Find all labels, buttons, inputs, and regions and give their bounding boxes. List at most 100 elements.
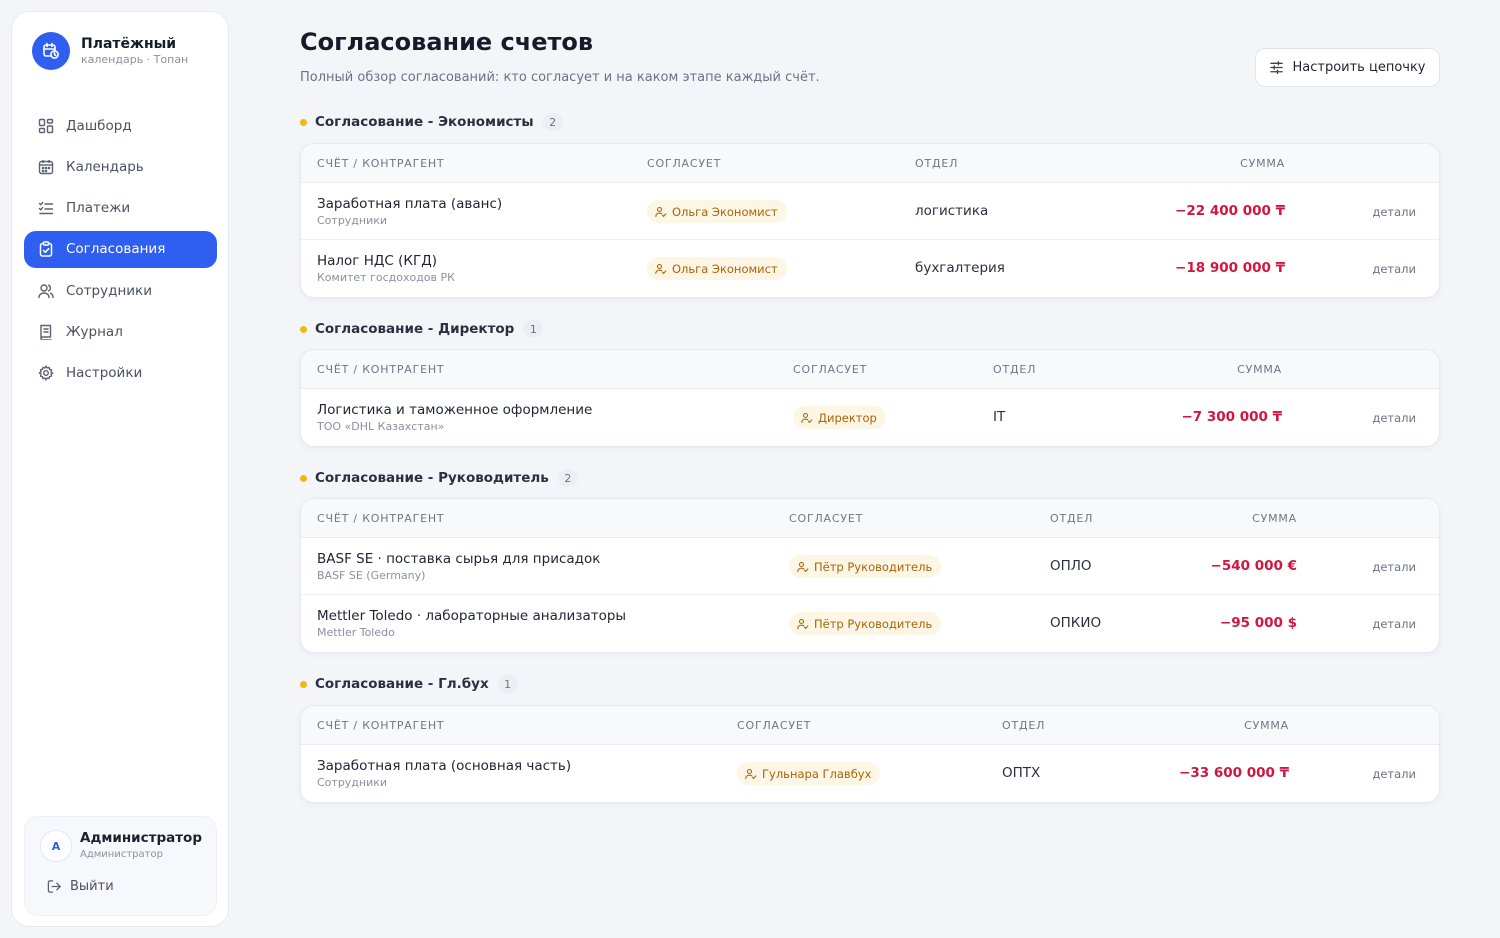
sidebar-item-label: Дашборд [66,117,132,134]
approver-badge: Ольга Экономист [647,200,787,223]
table-header: СЧЁТ / КОНТРАГЕНТ СОГЛАСУЕТ ОТДЕЛ СУММА [301,144,1439,183]
column-sum: СУММА [1240,157,1285,170]
section-title: Согласование - Директор [315,321,515,337]
amount: −33 600 000 ₸ [1179,765,1289,781]
sidebar-item-calendar[interactable]: Календарь [24,148,217,185]
brand[interactable]: Платёжный календарь · Топан [32,32,188,70]
approver-badge: Ольга Экономист [647,257,787,280]
sidebar-nav: Дашборд Календарь Платежи Согласования С… [24,107,217,396]
approval-table-manager: СЧЁТ / КОНТРАГЕНТ СОГЛАСУЕТ ОТДЕЛ СУММА … [300,498,1440,653]
section-header-director: Согласование - Директор 1 [300,320,544,338]
user-check-icon [745,768,757,780]
section-header-chief-accountant: Согласование - Гл.бух 1 [300,675,518,693]
sidebar-item-employees[interactable]: Сотрудники [24,272,217,309]
department: логистика [915,203,989,219]
sliders-icon [1269,60,1284,75]
approval-table-chief-accountant: СЧЁТ / КОНТРАГЕНТ СОГЛАСУЕТ ОТДЕЛ СУММА … [300,705,1440,803]
column-dept: ОТДЕЛ [993,363,1037,376]
configure-chain-button[interactable]: Настроить цепочку [1255,48,1440,87]
sidebar-item-settings[interactable]: Настройки [24,355,217,392]
page-subtitle: Полный обзор согласований: кто согласует… [300,70,820,85]
table-header: СЧЁТ / КОНТРАГЕНТ СОГЛАСУЕТ ОТДЕЛ СУММА [301,706,1439,745]
section-title: Согласование - Экономисты [315,114,534,130]
details-link[interactable]: детали [1372,617,1416,631]
column-dept: ОТДЕЛ [1002,719,1046,732]
amount: −95 000 $ [1219,615,1297,631]
configure-chain-label: Настроить цепочку [1292,60,1426,75]
logout-button[interactable]: Выйти [47,879,114,894]
table-row[interactable]: BASF SE · поставка сырья для присадок BA… [301,538,1439,595]
amount: −22 400 000 ₸ [1175,203,1285,219]
department: IT [993,409,1006,425]
table-row[interactable]: Логистика и таможенное оформление ТОО «D… [301,389,1439,446]
details-link[interactable]: детали [1372,767,1416,781]
details-link[interactable]: детали [1372,205,1416,219]
invoice-title: Mettler Toledo · лабораторные анализатор… [317,608,627,624]
details-link[interactable]: детали [1372,560,1416,574]
section-dot [300,474,307,482]
section-count-badge: 1 [523,320,544,338]
logout-label: Выйти [70,879,114,894]
calendar-clock-icon [32,32,70,70]
users-icon [37,282,55,300]
section-dot [300,680,307,688]
gear-icon [37,364,55,382]
section-header-economists: Согласование - Экономисты 2 [300,113,563,131]
counterparty: ТОО «DHL Казахстан» [317,420,445,433]
sidebar-item-label: Настройки [66,365,143,382]
approver-name: Директор [818,410,877,425]
sidebar-item-dashboard[interactable]: Дашборд [24,107,217,144]
approver-badge: Директор [793,406,886,429]
sidebar-item-label: Сотрудники [66,282,152,299]
table-row[interactable]: Заработная плата (основная часть) Сотруд… [301,745,1439,802]
column-approver: СОГЛАСУЕТ [647,157,722,170]
details-link[interactable]: детали [1372,262,1416,276]
approver-name: Гульнара Главбух [762,766,872,781]
clipboard-check-icon [37,240,55,258]
approver-name: Пётр Руководитель [814,616,933,631]
section-dot [300,118,307,126]
table-row[interactable]: Заработная плата (аванс) Сотрудники Ольг… [301,183,1439,240]
invoice-title: Заработная плата (аванс) [317,196,503,212]
table-row[interactable]: Mettler Toledo · лабораторные анализатор… [301,595,1439,652]
department: ОПЛО [1050,558,1092,574]
section-dot [300,325,307,333]
invoice-title: Налог НДС (КГД) [317,253,438,269]
dashboard-icon [37,117,55,135]
sidebar-item-label: Платежи [66,200,131,217]
department: бухгалтерия [915,260,1005,276]
column-approver: СОГЛАСУЕТ [793,363,868,376]
user-card: A Администратор Администратор Выйти [24,816,217,916]
sidebar-item-journal[interactable]: Журнал [24,313,217,350]
section-count-badge: 1 [497,675,518,693]
approver-name: Пётр Руководитель [814,559,933,574]
column-dept: ОТДЕЛ [915,157,959,170]
user-check-icon [801,412,813,424]
avatar: A [40,830,72,862]
column-sum: СУММА [1237,363,1282,376]
user-check-icon [655,263,667,275]
counterparty: Сотрудники [317,214,388,227]
amount: −540 000 € [1210,558,1297,574]
column-invoice: СЧЁТ / КОНТРАГЕНТ [317,512,445,525]
sidebar-item-label: Календарь [66,158,144,175]
amount: −7 300 000 ₸ [1181,409,1282,425]
sidebar-item-payments[interactable]: Платежи [24,190,217,227]
user-role: Администратор [80,849,163,860]
approver-badge: Пётр Руководитель [789,555,942,578]
invoice-title: BASF SE · поставка сырья для присадок [317,551,601,567]
approver-name: Ольга Экономист [672,204,778,219]
calendar-icon [37,158,55,176]
department: ОПКИО [1050,615,1102,631]
section-count-badge: 2 [542,113,563,131]
table-row[interactable]: Налог НДС (КГД) Комитет госдоходов РК Ол… [301,240,1439,297]
page-title: Согласование счетов [300,28,594,56]
details-link[interactable]: детали [1372,411,1416,425]
sidebar-item-label: Журнал [66,323,123,340]
column-sum: СУММА [1252,512,1297,525]
approver-badge: Пётр Руководитель [789,612,942,635]
approver-badge: Гульнара Главбух [737,762,881,785]
user-check-icon [797,561,809,573]
user-check-icon [655,206,667,218]
sidebar-item-approvals[interactable]: Согласования [24,230,217,268]
